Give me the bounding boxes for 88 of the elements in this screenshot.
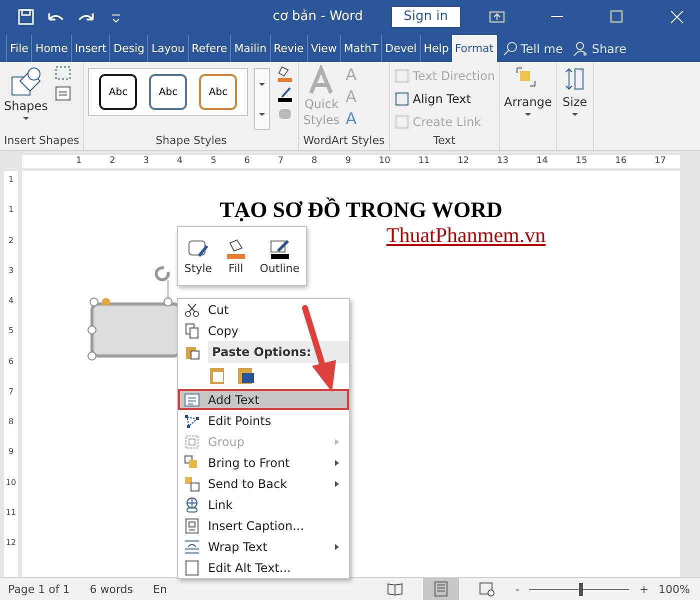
send-back-icon: [184, 476, 200, 492]
shape-style-option[interactable]: Abc: [99, 74, 138, 110]
zoom-level[interactable]: 100%: [658, 582, 690, 596]
submenu-arrow-icon: [333, 542, 341, 550]
scissors-icon: [184, 302, 200, 318]
pen-outline-icon: [268, 238, 291, 260]
vertical-ruler: 1 1 2 3 4 5 6 7 8 9 10 11 12: [4, 171, 18, 577]
document-link[interactable]: ThuatPhanmem.vn: [386, 223, 546, 248]
group-label: Shape Styles: [154, 134, 228, 149]
web-layout-icon: [479, 581, 496, 597]
caret-icon: [570, 111, 579, 117]
arrange-button[interactable]: Arrange: [504, 65, 552, 117]
window-title: cơ bản - Word: [272, 9, 364, 24]
menu-item[interactable]: Bring to Front: [178, 452, 349, 473]
menu-item[interactable]: Edit Alt Text...: [178, 557, 349, 578]
shape-fill-icon: [276, 65, 294, 83]
page-layout-icon: [433, 581, 450, 597]
caret-icon: [258, 111, 266, 117]
close-icon: [669, 8, 685, 24]
shape-style-icon: [187, 238, 210, 260]
mini-toolbar-button[interactable]: Fill: [224, 238, 247, 274]
horizontal-ruler: 1 2 3 4 5 6 7 8 9 10 11 12 13 14 15 16 17: [22, 154, 680, 168]
size-button[interactable]: Size: [560, 65, 589, 117]
redo-icon: [78, 12, 94, 21]
zoom-in-button[interactable]: +: [639, 582, 649, 596]
menu-item[interactable]: Add Text: [178, 389, 349, 410]
bring-front-icon: [184, 454, 200, 470]
shape-style-option[interactable]: Abc: [149, 74, 188, 110]
sign-in-button[interactable]: Sign in: [392, 6, 460, 26]
person-add-icon: [572, 40, 589, 56]
tell-me-search[interactable]: Tell me: [496, 35, 568, 62]
submenu-arrow-icon: [333, 438, 341, 446]
text-command-icon: [394, 90, 410, 106]
copy-icon: [184, 322, 200, 338]
submenu-arrow-icon: [333, 458, 341, 466]
paint-bucket-icon: [224, 238, 247, 260]
caret-icon: [258, 81, 266, 87]
undo-icon: [48, 12, 64, 21]
shape-outline-icon: [276, 85, 294, 103]
zoom-thumb[interactable]: [579, 582, 584, 596]
group-label: Text: [432, 134, 456, 149]
submenu-arrow-icon: [333, 480, 341, 488]
globe-link-icon: [184, 496, 200, 512]
menu-item[interactable]: Insert Caption...: [178, 515, 349, 536]
view-button[interactable]: [423, 578, 460, 600]
menu-item[interactable]: Send to Back: [178, 473, 349, 494]
search-icon: [502, 40, 518, 56]
shapes-button[interactable]: Shapes: [4, 65, 48, 121]
save-icon: [18, 8, 34, 24]
mini-toolbar-button[interactable]: Outline: [260, 238, 300, 274]
text-command[interactable]: Align Text: [394, 88, 496, 109]
text-box-icon: [184, 392, 200, 408]
caption-icon: [184, 518, 200, 534]
menu-item[interactable]: Edit Points: [178, 410, 349, 431]
gallery-scrollbar[interactable]: [254, 68, 270, 130]
group-label: Insert Shapes: [4, 134, 80, 149]
wrap-text-icon: [184, 538, 200, 554]
ribbon-tab[interactable]: Format: [452, 35, 497, 62]
menu-section-header: Paste Options:: [208, 341, 349, 363]
caret-icon: [22, 115, 30, 121]
share-button[interactable]: Share: [568, 35, 632, 62]
group-icon: [184, 434, 200, 450]
minimize-icon: [551, 15, 563, 18]
shape-style-option[interactable]: Abc: [199, 74, 238, 110]
menu-item[interactable]: Copy: [178, 320, 349, 341]
caret-icon: [524, 111, 532, 117]
text-command-icon: [394, 68, 410, 84]
ribbon-display-icon: [489, 8, 505, 24]
wordart-icon: [307, 65, 336, 95]
language-status[interactable]: En: [153, 582, 358, 596]
mini-toolbar-button[interactable]: Style: [184, 238, 212, 274]
shapes-icon: [10, 65, 42, 97]
book-icon: [387, 581, 404, 597]
text-command-icon: [394, 114, 410, 130]
alt-text-icon: [184, 560, 200, 576]
document-heading: TẠO SƠ ĐỒ TRONG WORD: [218, 197, 502, 223]
page-count[interactable]: Page 1 of 1: [8, 582, 70, 596]
menu-item[interactable]: Link: [178, 494, 349, 515]
clipboard-icon: [184, 344, 200, 360]
maximize-icon: [609, 8, 625, 24]
menu-item[interactable]: Wrap Text: [178, 536, 349, 557]
paste-picture-icon: [236, 365, 256, 385]
group-label: WordArt Styles: [303, 134, 385, 149]
edit-points-icon: [184, 412, 200, 428]
word-count[interactable]: 6 words: [90, 582, 133, 596]
text-box-icon: [54, 85, 72, 103]
menu-item[interactable]: Cut: [178, 299, 349, 320]
zoom-out-button[interactable]: -: [515, 582, 520, 596]
